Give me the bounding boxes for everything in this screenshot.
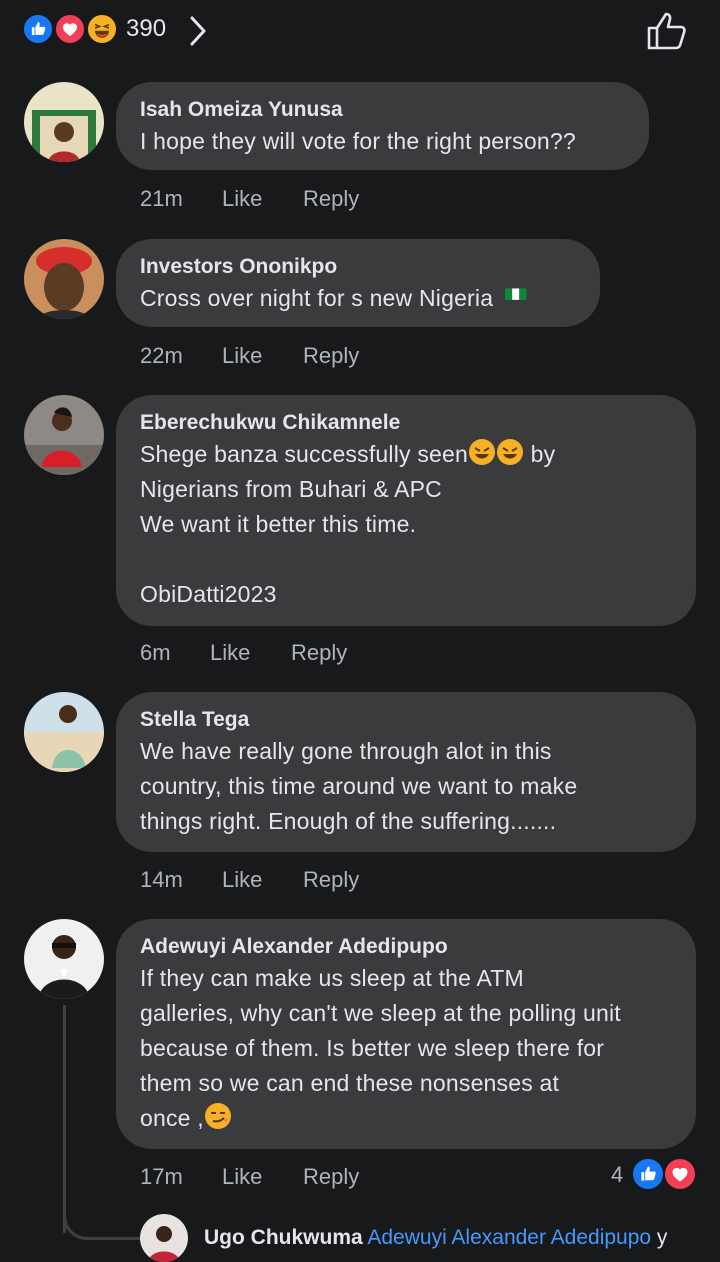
thread-line — [63, 1005, 66, 1233]
like-button[interactable]: Like — [222, 343, 262, 369]
thread-connector — [63, 1200, 143, 1240]
commenter-name[interactable]: Eberechukwu Chikamnele — [140, 409, 672, 437]
comment-actions: 22m Like Reply — [140, 343, 440, 373]
rofl-emoji-icon — [469, 439, 496, 465]
commenter-name[interactable]: Investors Ononikpo — [140, 253, 576, 281]
reply-button[interactable]: Reply — [303, 186, 359, 212]
comment-text: Cross over night for s new Nigeria — [140, 281, 576, 316]
like-button[interactable]: Like — [222, 1164, 262, 1190]
smirk-emoji-icon — [204, 1103, 231, 1129]
like-icon — [631, 1157, 665, 1191]
like-button[interactable]: Like — [222, 186, 262, 212]
rofl-emoji-icon — [497, 439, 524, 465]
comment-actions: 14m Like Reply — [140, 867, 440, 897]
like-button[interactable]: Like — [210, 640, 250, 666]
reaction-count: 390 — [126, 15, 167, 42]
comment-time: 22m — [140, 343, 183, 368]
comment-bubble[interactable]: Investors Ononikpo Cross over night for … — [116, 239, 600, 327]
love-icon — [663, 1157, 697, 1191]
comment-bubble[interactable]: Stella Tega We have really gone through … — [116, 692, 696, 852]
reply-preview[interactable]: Ugo Chukwuma Adewuyi Alexander Adedipupo… — [140, 1214, 720, 1262]
avatar[interactable] — [24, 395, 104, 475]
comment-reaction-count[interactable]: 4 — [611, 1162, 623, 1188]
love-icon — [54, 13, 86, 45]
commenter-name[interactable]: Stella Tega — [140, 706, 672, 734]
avatar[interactable] — [24, 692, 104, 772]
like-button[interactable]: Like — [222, 867, 262, 893]
reply-button[interactable]: Reply — [303, 1164, 359, 1190]
reply-text: Ugo Chukwuma Adewuyi Alexander Adedipupo… — [204, 1226, 668, 1249]
comment-time: 6m — [140, 640, 171, 665]
comment-text: Shege banza successfully seen by Nigeria… — [140, 437, 672, 612]
comment-actions: 21m Like Reply — [140, 186, 440, 216]
avatar[interactable] — [140, 1214, 188, 1262]
avatar[interactable] — [24, 919, 104, 999]
chevron-right-icon[interactable] — [186, 14, 210, 48]
commenter-name[interactable]: Isah Omeiza Yunusa — [140, 96, 625, 124]
commenter-name[interactable]: Adewuyi Alexander Adedipupo — [140, 933, 672, 961]
like-outline-icon[interactable] — [644, 10, 690, 52]
comment-actions: 17m Like Reply — [140, 1164, 440, 1194]
comment-bubble[interactable]: Adewuyi Alexander Adedipupo If they can … — [116, 919, 696, 1149]
reply-button[interactable]: Reply — [303, 343, 359, 369]
comment-actions: 6m Like Reply — [140, 640, 440, 670]
haha-icon — [86, 13, 118, 45]
comment-text: I hope they will vote for the right pers… — [140, 128, 576, 154]
avatar[interactable] — [24, 82, 104, 162]
reply-button[interactable]: Reply — [303, 867, 359, 893]
like-icon — [22, 13, 54, 45]
reply-button[interactable]: Reply — [291, 640, 347, 666]
comment-time: 14m — [140, 867, 183, 892]
comment-bubble[interactable]: Eberechukwu Chikamnele Shege banza succe… — [116, 395, 696, 626]
nigeria-flag-icon — [504, 288, 527, 300]
avatar[interactable] — [24, 239, 104, 319]
comment-text: We have really gone through alot in this… — [140, 738, 578, 834]
comment-bubble[interactable]: Isah Omeiza Yunusa I hope they will vote… — [116, 82, 649, 170]
reaction-summary-bar[interactable]: 390 — [0, 0, 720, 64]
comment-time: 21m — [140, 186, 183, 211]
comment-time: 17m — [140, 1164, 183, 1189]
comment-text: If they can make us sleep at the ATM gal… — [140, 965, 621, 1131]
